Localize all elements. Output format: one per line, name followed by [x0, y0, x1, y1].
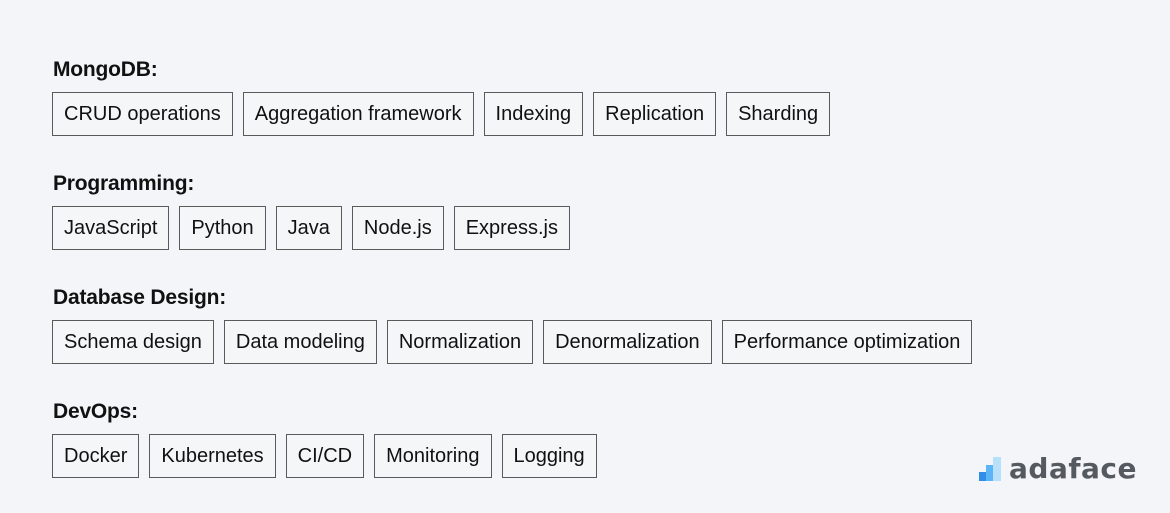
- skill-group-mongodb: MongoDB: CRUD operations Aggregation fra…: [52, 57, 972, 136]
- skill-tag: Express.js: [453, 206, 570, 250]
- skill-tag: Monitoring: [374, 434, 492, 478]
- skill-tag: Sharding: [726, 92, 831, 136]
- tag-list: Schema design Data modeling Normalizatio…: [52, 320, 973, 364]
- skill-tag: JavaScript: [52, 206, 170, 250]
- skill-tag: Java: [275, 206, 342, 250]
- skill-tag: Docker: [52, 434, 140, 478]
- skill-tag: Denormalization: [543, 320, 712, 364]
- skill-tag: Kubernetes: [149, 434, 276, 478]
- group-title: Programming:: [53, 172, 195, 195]
- bar-steps-icon: [979, 456, 1001, 481]
- skill-tag: Logging: [501, 434, 597, 478]
- skill-tag: Schema design: [52, 320, 214, 364]
- skill-group-programming: Programming: JavaScript Python Java Node…: [52, 171, 972, 250]
- skill-tag: CI/CD: [285, 434, 365, 478]
- skill-tag: Normalization: [386, 320, 534, 364]
- group-title: MongoDB:: [53, 58, 158, 81]
- logo-text: adaface: [1009, 452, 1137, 485]
- skill-tag: CRUD operations: [52, 92, 233, 136]
- skill-group-database-design: Database Design: Schema design Data mode…: [52, 285, 973, 364]
- adaface-logo: adaface: [979, 452, 1137, 485]
- skill-tag: Python: [179, 206, 266, 250]
- skill-tag: Performance optimization: [721, 320, 973, 364]
- tag-list: CRUD operations Aggregation framework In…: [52, 92, 972, 136]
- skill-tag: Node.js: [351, 206, 444, 250]
- skill-tag: Data modeling: [223, 320, 377, 364]
- skill-tag: Replication: [593, 92, 717, 136]
- skill-tag: Indexing: [483, 92, 584, 136]
- skill-group-devops: DevOps: Docker Kubernetes CI/CD Monitori…: [52, 399, 972, 478]
- group-title: DevOps:: [53, 400, 138, 423]
- tag-list: JavaScript Python Java Node.js Express.j…: [52, 206, 972, 250]
- group-title: Database Design:: [53, 286, 227, 309]
- tag-list: Docker Kubernetes CI/CD Monitoring Loggi…: [52, 434, 972, 478]
- skills-list: MongoDB: CRUD operations Aggregation fra…: [52, 57, 973, 513]
- skill-tag: Aggregation framework: [242, 92, 474, 136]
